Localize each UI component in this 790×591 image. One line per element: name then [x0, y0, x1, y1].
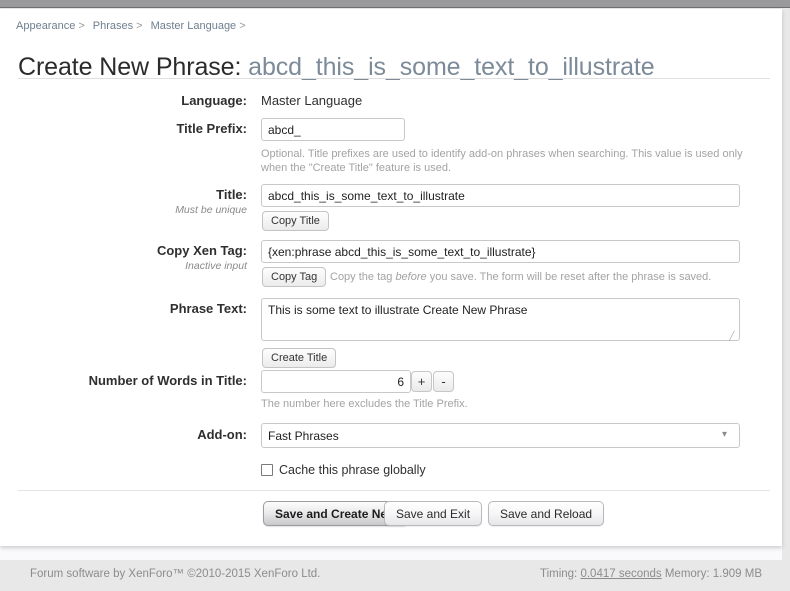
save-and-exit-button[interactable]: Save and Exit [384, 501, 483, 526]
browser-top-bar [0, 0, 790, 8]
language-value: Master Language [261, 93, 363, 108]
actions-divider [18, 490, 770, 491]
title-input[interactable] [261, 184, 740, 207]
xen-tag-hint: Copy the tag before you save. The form w… [330, 270, 750, 284]
word-count-hint: The number here excludes the Title Prefi… [261, 398, 468, 410]
content-panel: Appearance > Phrases > Master Language > Crea… [0, 9, 782, 546]
page-title-phrase: abcd_this_is_some_text_to_illustrate [248, 52, 655, 81]
title-prefix-label: Title Prefix: [176, 121, 247, 136]
title-prefix-input[interactable] [261, 118, 405, 141]
xen-tag-sublabel: Inactive input [185, 260, 247, 272]
xen-tag-hint-pre: Copy the tag [330, 271, 396, 283]
cache-globally-label: Cache this phrase globally [279, 463, 426, 477]
create-title-button[interactable]: Create Title [262, 348, 337, 368]
breadcrumb: Appearance > Phrases > Master Language > [16, 20, 254, 32]
save-and-reload-button[interactable]: Save and Reload [488, 501, 605, 526]
breadcrumb-item-master-language[interactable]: Master Language [151, 20, 237, 32]
breadcrumb-separator: > [136, 20, 143, 32]
word-count-input[interactable] [261, 370, 411, 393]
page-footer: Forum software by XenForo™ ©2010-2015 Xe… [0, 560, 790, 591]
footer-memory: Memory: 1.909 MB [661, 568, 762, 580]
footer-timing-value[interactable]: 0.0417 seconds [580, 568, 661, 580]
cache-globally-checkbox[interactable] [261, 464, 273, 476]
title-prefix-hint: Optional. Title prefixes are used to ide… [261, 148, 743, 174]
title-sublabel: Must be unique [175, 204, 247, 216]
word-count-increment-button[interactable]: + [411, 371, 432, 392]
title-divider [18, 78, 770, 79]
copy-title-button[interactable]: Copy Title [262, 211, 329, 231]
language-label: Language: [181, 93, 247, 108]
breadcrumb-item-appearance[interactable]: Appearance [16, 20, 75, 32]
xen-tag-hint-emphasis: before [395, 271, 427, 283]
xen-tag-hint-post: you save. The form will be reset after t… [426, 271, 712, 283]
breadcrumb-item-phrases[interactable]: Phrases [93, 20, 133, 32]
phrase-text-textarea[interactable]: This is some text to illustrate Create N… [261, 298, 740, 341]
footer-stats: Timing: 0.0417 seconds Memory: 1.909 MB [540, 568, 762, 580]
footer-timing-label: Timing: [539, 568, 581, 580]
breadcrumb-separator: > [78, 20, 85, 32]
footer-copyright: Forum software by XenForo™ ©2010-2015 Xe… [30, 568, 321, 580]
cache-globally-checkbox-row[interactable]: Cache this phrase globally [261, 463, 426, 477]
addon-label: Add-on: [197, 427, 247, 442]
page-container: Appearance > Phrases > Master Language > Crea… [0, 9, 782, 591]
copy-tag-button[interactable]: Copy Tag [262, 267, 327, 287]
page-title-prefix: Create New Phrase: [18, 52, 249, 81]
addon-select[interactable]: Fast Phrases [261, 423, 740, 448]
word-count-decrement-button[interactable]: - [433, 371, 454, 392]
breadcrumb-separator: > [239, 20, 246, 32]
word-count-label: Number of Words in Title: [88, 373, 247, 388]
title-label: Title: [216, 187, 247, 202]
xen-tag-label: Copy Xen Tag: [156, 243, 247, 258]
phrase-text-label: Phrase Text: [169, 301, 247, 316]
xen-tag-input[interactable] [261, 240, 740, 263]
